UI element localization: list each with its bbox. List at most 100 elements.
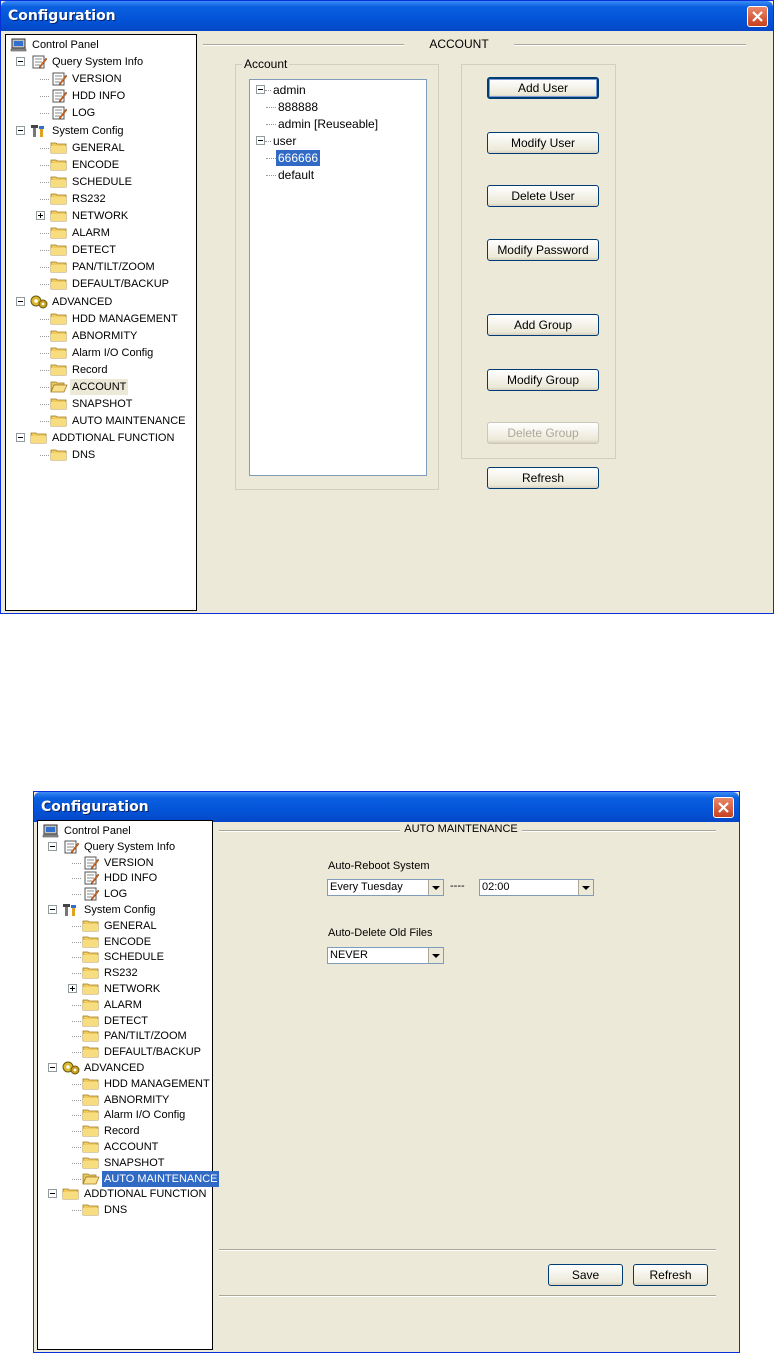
tree-item-addtional-function[interactable]: ADDTIONAL FUNCTION — [6, 430, 196, 446]
save-button[interactable]: Save — [548, 1264, 623, 1286]
tree-item-auto-maintenance[interactable]: AUTO MAINTENANCE — [6, 413, 196, 429]
tree-item-schedule[interactable]: SCHEDULE — [6, 174, 196, 190]
tree-item-abnormity[interactable]: ABNORMITY — [6, 328, 196, 344]
dropdown-arrow-icon[interactable] — [428, 880, 443, 895]
collapse-icon[interactable] — [256, 136, 265, 145]
auto-delete-select[interactable]: NEVER — [327, 947, 444, 964]
auto-reboot-time-select[interactable]: 02:00 — [479, 879, 594, 896]
tree-item-version[interactable]: VERSION — [38, 855, 212, 871]
tree-item-pan-tilt-zoom[interactable]: PAN/TILT/ZOOM — [38, 1028, 212, 1044]
account-tree-item[interactable]: 888888 — [250, 99, 426, 115]
tree-item-version[interactable]: VERSION — [6, 71, 196, 87]
tree-item-account[interactable]: ACCOUNT — [6, 379, 196, 395]
tree-item-hdd-management[interactable]: HDD MANAGEMENT — [38, 1076, 212, 1092]
account-tree-item[interactable]: admin [Reuseable] — [250, 116, 426, 132]
add-user-button[interactable]: Add User — [487, 77, 599, 99]
delete-user-button[interactable]: Delete User — [487, 185, 599, 207]
account-tree-item[interactable]: 666666 — [250, 150, 426, 166]
collapse-icon[interactable] — [48, 841, 57, 851]
collapse-icon[interactable] — [48, 1189, 57, 1199]
tree-item-query-system-info[interactable]: Query System Info — [38, 839, 212, 855]
tree-item-control-panel[interactable]: Control Panel — [38, 823, 212, 839]
tree-item-alarm-i-o-config[interactable]: Alarm I/O Config — [6, 345, 196, 361]
tree-item-snapshot[interactable]: SNAPSHOT — [38, 1155, 212, 1171]
expand-icon[interactable] — [36, 211, 45, 220]
folder-icon — [50, 226, 68, 240]
tree-item-schedule[interactable]: SCHEDULE — [38, 949, 212, 965]
tree-item-rs232[interactable]: RS232 — [38, 965, 212, 981]
tree-item-record[interactable]: Record — [6, 362, 196, 378]
collapse-icon[interactable] — [16, 57, 25, 67]
close-button[interactable] — [747, 6, 768, 27]
add-group-button[interactable]: Add Group — [487, 314, 599, 336]
tree-item-alarm[interactable]: ALARM — [38, 997, 212, 1013]
account-tree-item[interactable]: admin — [250, 82, 426, 98]
modify-group-button[interactable]: Modify Group — [487, 369, 599, 391]
tree-item-query-system-info[interactable]: Query System Info — [6, 54, 196, 70]
collapse-icon[interactable] — [16, 296, 25, 306]
tree-item-system-config[interactable]: System Config — [6, 123, 196, 139]
account-tree-item[interactable]: default — [250, 167, 426, 183]
tree-item-alarm[interactable]: ALARM — [6, 225, 196, 241]
tree-item-general[interactable]: GENERAL — [38, 918, 212, 934]
delete-group-button[interactable]: Delete Group — [487, 422, 599, 444]
account-tree-item[interactable]: user — [250, 133, 426, 149]
modify-user-button[interactable]: Modify User — [487, 132, 599, 154]
tree-item-record[interactable]: Record — [38, 1123, 212, 1139]
tree-item-alarm-i-o-config[interactable]: Alarm I/O Config — [38, 1107, 212, 1123]
tree-item-default-backup[interactable]: DEFAULT/BACKUP — [6, 276, 196, 292]
collapse-icon[interactable] — [16, 433, 25, 443]
close-button[interactable] — [713, 797, 734, 818]
tree-item-pan-tilt-zoom[interactable]: PAN/TILT/ZOOM — [6, 259, 196, 275]
tree-connector — [266, 124, 276, 125]
tree-item-detect[interactable]: DETECT — [38, 1013, 212, 1029]
tree-item-network[interactable]: NETWORK — [38, 981, 212, 997]
tree-item-abnormity[interactable]: ABNORMITY — [38, 1092, 212, 1108]
auto-reboot-day-select[interactable]: Every Tuesday — [327, 879, 444, 896]
tree-item-auto-maintenance[interactable]: AUTO MAINTENANCE — [38, 1170, 220, 1187]
tree-item-advanced[interactable]: ADVANCED — [6, 294, 196, 310]
navigation-tree[interactable]: Control Panel Query System Info VERSION HDD… — [5, 34, 197, 611]
tree-item-default-backup[interactable]: DEFAULT/BACKUP — [38, 1044, 212, 1060]
tree-item-system-config[interactable]: System Config — [38, 902, 212, 918]
tree-item-rs232[interactable]: RS232 — [6, 191, 196, 207]
tree-item-detect[interactable]: DETECT — [6, 242, 196, 258]
tree-item-encode[interactable]: ENCODE — [6, 157, 196, 173]
navigation-tree[interactable]: Control Panel Query System Info VERSION HDD… — [37, 820, 220, 1350]
tree-item-control-panel[interactable]: Control Panel — [6, 37, 196, 53]
tree-item-network[interactable]: NETWORK — [6, 208, 196, 224]
computer-icon — [42, 824, 60, 838]
tree-item-hdd-management[interactable]: HDD MANAGEMENT — [6, 311, 196, 327]
title-bar[interactable]: Configuration — [1, 1, 773, 31]
modify-password-button[interactable]: Modify Password — [487, 239, 599, 261]
tree-item-dns[interactable]: DNS — [6, 447, 196, 463]
dropdown-arrow-icon[interactable] — [428, 948, 443, 963]
notepad-icon — [30, 55, 48, 69]
tree-item-general[interactable]: GENERAL — [6, 140, 196, 156]
tree-item-addtional-function[interactable]: ADDTIONAL FUNCTION — [38, 1186, 212, 1202]
collapse-icon[interactable] — [48, 905, 57, 914]
tree-item-label: Control Panel — [32, 39, 99, 51]
refresh-button[interactable]: Refresh — [633, 1264, 708, 1286]
folder-icon — [50, 414, 68, 428]
collapse-icon[interactable] — [48, 1063, 57, 1072]
tree-item-advanced[interactable]: ADVANCED — [38, 1060, 212, 1076]
dropdown-arrow-icon[interactable] — [578, 880, 593, 895]
collapse-icon[interactable] — [16, 125, 25, 135]
tree-connector — [72, 1020, 81, 1022]
tree-item-label: HDD INFO — [104, 872, 158, 885]
tree-item-encode[interactable]: ENCODE — [38, 934, 212, 950]
tree-item-account[interactable]: ACCOUNT — [38, 1139, 212, 1155]
expand-icon[interactable] — [68, 984, 77, 993]
tree-item-log[interactable]: LOG — [38, 886, 212, 902]
tree-item-dns[interactable]: DNS — [38, 1202, 212, 1218]
tree-item-log[interactable]: LOG — [6, 105, 196, 121]
tree-item-hdd-info[interactable]: HDD INFO — [6, 88, 196, 104]
account-tree[interactable]: admin 888888 admin [Reuseable] user 666666 de… — [249, 79, 427, 476]
collapse-icon[interactable] — [256, 85, 265, 94]
refresh-button[interactable]: Refresh — [487, 467, 599, 489]
title-bar[interactable]: Configuration — [34, 792, 739, 822]
tree-item-label: HDD MANAGEMENT — [72, 312, 178, 325]
tree-item-snapshot[interactable]: SNAPSHOT — [6, 396, 196, 412]
tree-item-hdd-info[interactable]: HDD INFO — [38, 870, 212, 886]
